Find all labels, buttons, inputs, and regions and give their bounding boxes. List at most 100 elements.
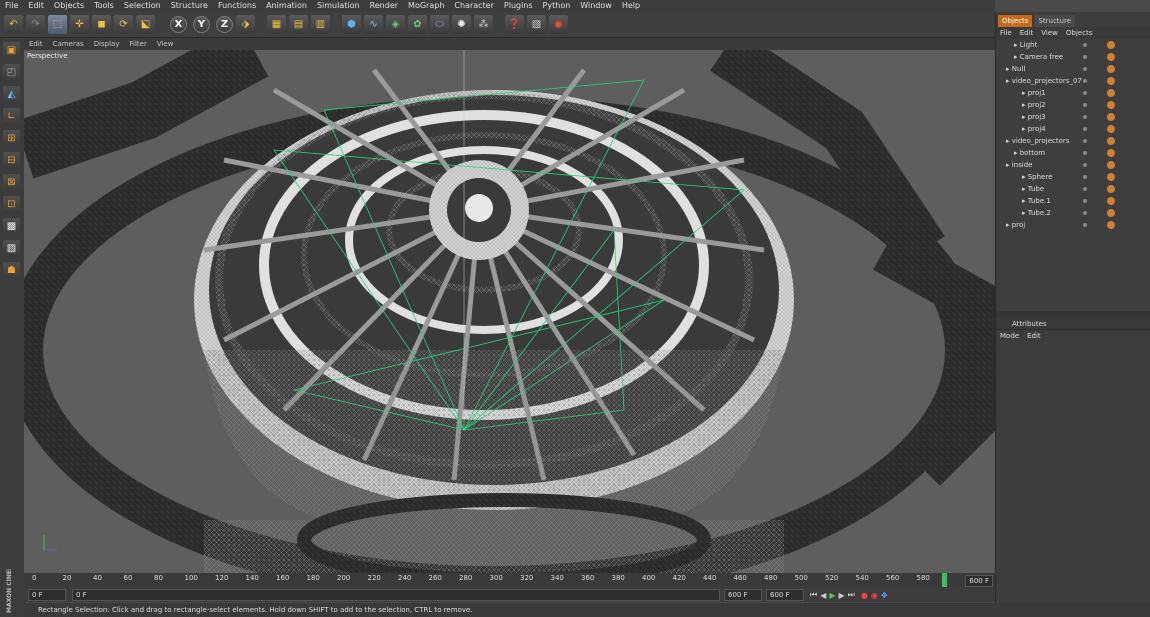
material-tag-icon[interactable] <box>1107 53 1115 61</box>
record-icon[interactable]: ● <box>861 591 868 600</box>
range-end-field[interactable]: 600 F <box>766 589 804 601</box>
keyframe-selection-icon[interactable]: ✥ <box>881 591 888 600</box>
visibility-dot-icon[interactable] <box>1083 211 1087 215</box>
render-view-icon[interactable]: ▦ <box>267 15 286 34</box>
object-row[interactable]: ▸ Camera free <box>996 51 1150 63</box>
autokey-icon[interactable]: ◉ <box>871 591 878 600</box>
y-axis-button[interactable]: Y <box>193 16 210 33</box>
effector-icon[interactable]: ⁂ <box>474 15 493 34</box>
camera-icon[interactable]: ◉ <box>549 15 568 34</box>
tab-objects[interactable]: Objects <box>998 15 1033 27</box>
object-row[interactable]: ▸ video_projectors_07 <box>996 75 1150 87</box>
visibility-dot-icon[interactable] <box>1083 163 1087 167</box>
array-icon[interactable]: ✿ <box>408 15 427 34</box>
object-row[interactable]: ▸ video_projectors <box>996 135 1150 147</box>
object-row[interactable]: ▸ proj <box>996 219 1150 231</box>
material-tag-icon[interactable] <box>1107 221 1115 229</box>
visibility-dot-icon[interactable] <box>1083 199 1087 203</box>
workplane-icon[interactable]: ∟ <box>3 108 20 125</box>
visibility-dot-icon[interactable] <box>1083 43 1087 47</box>
particle-icon[interactable]: ✺ <box>452 15 471 34</box>
object-row[interactable]: ▸ Tube.1 <box>996 195 1150 207</box>
material-tag-icon[interactable] <box>1107 137 1115 145</box>
menu-selection[interactable]: Selection <box>119 0 166 12</box>
attributes-menu-mode[interactable]: Mode <box>996 332 1023 340</box>
menu-objects[interactable]: Objects <box>49 0 89 12</box>
tweak-mode-icon[interactable]: ▩ <box>3 218 20 235</box>
snap-icon[interactable]: ▨ <box>3 240 20 257</box>
edges-mode-icon[interactable]: ⊟ <box>3 152 20 169</box>
menu-mograph[interactable]: MoGraph <box>403 0 449 12</box>
axis-mode-icon[interactable]: ⊡ <box>3 196 20 213</box>
attributes-menu-edit[interactable]: Edit <box>1023 332 1045 340</box>
use-object-mode-icon[interactable]: ◰ <box>3 64 20 81</box>
menu-python[interactable]: Python <box>538 0 576 12</box>
menu-structure[interactable]: Structure <box>166 0 213 12</box>
material-tag-icon[interactable] <box>1107 149 1115 157</box>
perspective-viewport[interactable]: Perspective <box>24 50 995 573</box>
select-icon[interactable]: ⬚ <box>48 15 67 34</box>
visibility-dot-icon[interactable] <box>1083 79 1087 83</box>
visibility-dot-icon[interactable] <box>1083 127 1087 131</box>
use-model-mode-icon[interactable]: ▣ <box>3 42 20 59</box>
object-row[interactable]: ▸ proj4 <box>996 123 1150 135</box>
move-icon[interactable]: ✛ <box>70 15 89 34</box>
render-settings-icon[interactable]: ▥ <box>311 15 330 34</box>
timeline-end-field[interactable]: 600 F <box>965 575 993 587</box>
material-tag-icon[interactable] <box>1107 77 1115 85</box>
visibility-dot-icon[interactable] <box>1083 223 1087 227</box>
object-row[interactable]: ▸ proj2 <box>996 99 1150 111</box>
playhead[interactable] <box>942 573 947 587</box>
menu-tools[interactable]: Tools <box>89 0 119 12</box>
spline-icon[interactable]: ∿ <box>364 15 383 34</box>
objects-menu-file[interactable]: File <box>996 29 1016 37</box>
object-row[interactable]: ▸ Null <box>996 63 1150 75</box>
sculpt-icon[interactable]: ☗ <box>3 262 20 279</box>
polygons-mode-icon[interactable]: ⊠ <box>3 174 20 191</box>
material-tag-icon[interactable] <box>1107 209 1115 217</box>
viewport-menu-edit[interactable]: Edit <box>24 40 48 48</box>
object-row[interactable]: ▸ Tube <box>996 183 1150 195</box>
viewport-menu-cameras[interactable]: Cameras <box>48 40 89 48</box>
visibility-dot-icon[interactable] <box>1083 187 1087 191</box>
viewport-menu-view[interactable]: View <box>152 40 179 48</box>
object-row[interactable]: ▸ proj1 <box>996 87 1150 99</box>
timeline-ruler[interactable]: 600 F 0 20 40 60 80 100 120 140 160 180 200 220 240 2… <box>24 573 995 588</box>
max-frame-field[interactable]: 600 F <box>724 589 762 601</box>
menu-simulation[interactable]: Simulation <box>312 0 365 12</box>
material-tag-icon[interactable] <box>1107 41 1115 49</box>
scale-icon[interactable]: ◼ <box>92 15 111 34</box>
menu-plugins[interactable]: Plugins <box>499 0 538 12</box>
viewport-menu-filter[interactable]: Filter <box>125 40 152 48</box>
deformer-icon[interactable]: ⬭ <box>430 15 449 34</box>
material-tag-icon[interactable] <box>1107 65 1115 73</box>
coordinate-system-icon[interactable]: ⬗ <box>236 15 255 34</box>
object-row[interactable]: ▸ Sphere <box>996 171 1150 183</box>
material-tag-icon[interactable] <box>1107 185 1115 193</box>
menu-animation[interactable]: Animation <box>261 0 312 12</box>
objects-menu-edit[interactable]: Edit <box>1016 29 1038 37</box>
visibility-dot-icon[interactable] <box>1083 91 1087 95</box>
rotate-icon[interactable]: ⟳ <box>114 15 133 34</box>
menu-edit[interactable]: Edit <box>23 0 49 12</box>
menu-window[interactable]: Window <box>575 0 617 12</box>
menu-help[interactable]: Help <box>617 0 645 12</box>
play-icon[interactable]: ▶ <box>829 591 835 600</box>
menu-file[interactable]: File <box>0 0 23 12</box>
use-texture-mode-icon[interactable]: ◭ <box>3 86 20 103</box>
visibility-dot-icon[interactable] <box>1083 151 1087 155</box>
material-tag-icon[interactable] <box>1107 113 1115 121</box>
material-tag-icon[interactable] <box>1107 125 1115 133</box>
menu-character[interactable]: Character <box>449 0 499 12</box>
points-mode-icon[interactable]: ⊞ <box>3 130 20 147</box>
visibility-dot-icon[interactable] <box>1083 175 1087 179</box>
viewport-menu-display[interactable]: Display <box>89 40 125 48</box>
material-tag-icon[interactable] <box>1107 101 1115 109</box>
visibility-dot-icon[interactable] <box>1083 139 1087 143</box>
nurbs-icon[interactable]: ◈ <box>386 15 405 34</box>
redo-icon[interactable]: ↷ <box>26 15 45 34</box>
go-to-start-icon[interactable]: ⏮ <box>810 590 817 600</box>
start-frame-field[interactable]: 0 F <box>28 589 66 601</box>
material-tag-icon[interactable] <box>1107 173 1115 181</box>
render-picture-viewer-icon[interactable]: ▤ <box>289 15 308 34</box>
